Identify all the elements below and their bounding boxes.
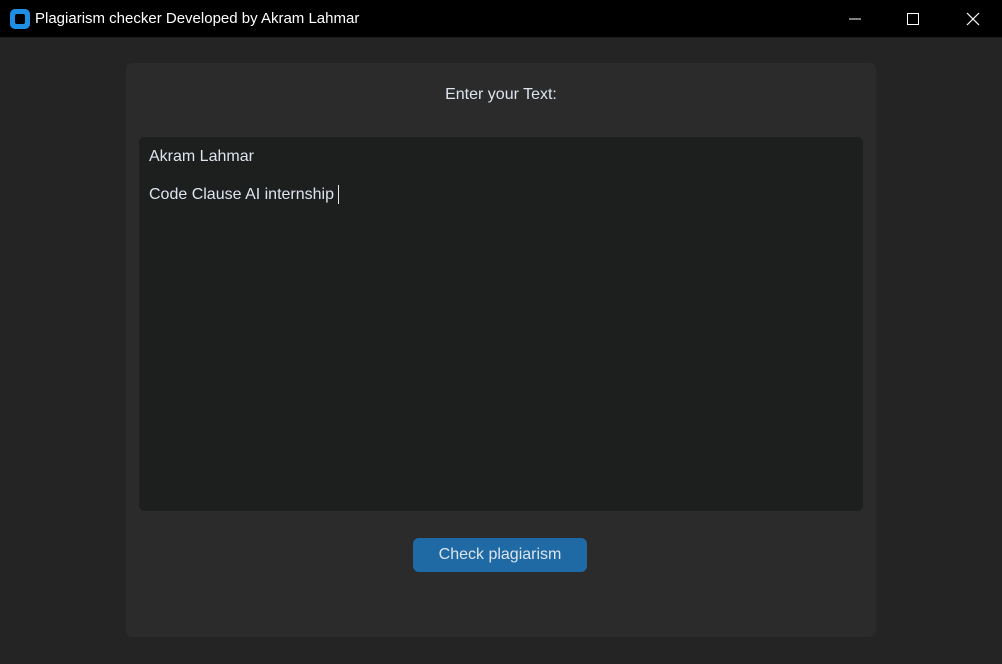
app-window: Plagiarism checker Developed by Akram La… <box>0 0 1002 664</box>
window-title: Plagiarism checker Developed by Akram La… <box>35 10 360 27</box>
maximize-button[interactable] <box>884 0 942 38</box>
minimize-icon <box>849 18 861 20</box>
text-line-content: Code Clause AI internship <box>149 186 334 203</box>
close-button[interactable] <box>944 0 1002 38</box>
text-cursor <box>338 185 339 204</box>
text-input-line[interactable]: Akram Lahmar <box>149 147 254 166</box>
app-icon <box>10 9 30 29</box>
enter-text-label: Enter your Text: <box>445 86 557 103</box>
text-input-area[interactable]: Akram Lahmar Code Clause AI internship <box>139 137 863 511</box>
text-line-content: Akram Lahmar <box>149 148 254 165</box>
main-frame: Enter your Text: Akram Lahmar Code Claus… <box>126 63 876 637</box>
title-bar[interactable]: Plagiarism checker Developed by Akram La… <box>0 0 1002 38</box>
minimize-button[interactable] <box>826 0 884 38</box>
check-plagiarism-button[interactable]: Check plagiarism <box>413 538 587 572</box>
text-input-line[interactable]: Code Clause AI internship <box>149 185 339 204</box>
close-icon <box>966 12 980 26</box>
maximize-icon <box>907 13 919 25</box>
